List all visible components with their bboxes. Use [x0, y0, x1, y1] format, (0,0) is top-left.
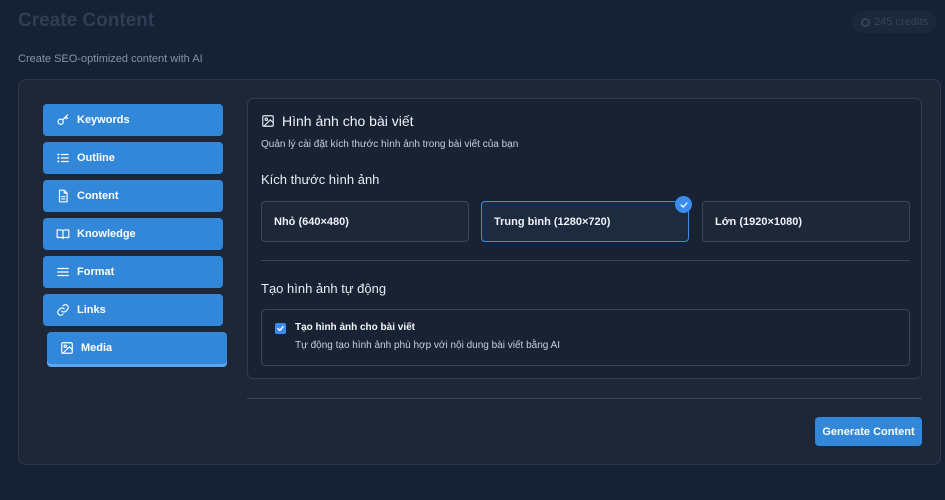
sidebar-item-links[interactable]: Links — [43, 294, 223, 326]
credits-count: 245 credits — [874, 16, 928, 28]
auto-image-heading: Tạo hình ảnh tự động — [261, 281, 387, 296]
sidebar-nav: Keywords Outline Content Knowledge Forma… — [43, 104, 227, 370]
sidebar-item-label: Content — [77, 190, 119, 202]
sidebar-item-label: Outline — [77, 152, 115, 164]
image-icon — [262, 115, 274, 127]
section-divider — [261, 260, 910, 261]
auto-image-description: Tự động tạo hình ảnh phù hợp với nội dun… — [295, 340, 560, 351]
auto-image-checkbox[interactable] — [275, 323, 286, 334]
credits-badge: 245 credits — [852, 11, 937, 33]
link-icon — [57, 304, 69, 316]
panel-header: Hình ảnh cho bài viết — [261, 113, 414, 129]
sidebar-item-media[interactable]: Media — [47, 332, 227, 364]
size-option-label: Nhỏ (640×480) — [274, 215, 349, 228]
key-icon — [57, 114, 69, 125]
sidebar-item-label: Knowledge — [77, 228, 136, 240]
menu-lines-icon — [57, 267, 69, 277]
auto-image-label[interactable]: Tạo hình ảnh cho bài viết — [295, 322, 415, 333]
size-option-large[interactable]: Lớn (1920×1080) — [702, 201, 910, 242]
page-title: Create Content — [18, 10, 155, 31]
image-icon — [61, 342, 73, 354]
list-icon — [57, 153, 69, 163]
size-option-label: Lớn (1920×1080) — [715, 215, 803, 228]
document-icon — [58, 189, 68, 203]
panel-title: Hình ảnh cho bài viết — [282, 113, 414, 129]
sidebar-item-format[interactable]: Format — [43, 256, 223, 288]
content-card: Keywords Outline Content Knowledge Forma… — [18, 79, 941, 465]
panel-description: Quản lý cài đặt kích thước hình ảnh tron… — [261, 139, 519, 150]
coin-icon — [861, 17, 871, 27]
footer-divider — [247, 398, 922, 399]
size-option-small[interactable]: Nhỏ (640×480) — [261, 201, 469, 242]
sidebar-item-outline[interactable]: Outline — [43, 142, 223, 174]
auto-image-option: Tạo hình ảnh cho bài viết Tự động tạo hì… — [261, 309, 910, 366]
sidebar-item-label: Format — [77, 266, 115, 278]
sidebar-item-label: Media — [81, 342, 113, 354]
sidebar-item-label: Keywords — [77, 114, 130, 126]
sidebar-item-label: Links — [77, 304, 106, 316]
sidebar-item-keywords[interactable]: Keywords — [43, 104, 223, 136]
sidebar-item-knowledge[interactable]: Knowledge — [43, 218, 223, 250]
image-size-heading: Kích thước hình ảnh — [261, 172, 380, 187]
size-option-label: Trung bình (1280×720) — [494, 215, 611, 228]
check-icon — [675, 196, 692, 213]
page-subtitle: Create SEO-optimized content with AI — [18, 53, 203, 65]
size-option-medium[interactable]: Trung bình (1280×720) — [481, 196, 692, 242]
sidebar-item-content[interactable]: Content — [43, 180, 223, 212]
book-icon — [56, 229, 70, 240]
media-settings-panel: Hình ảnh cho bài viết Quản lý cài đặt kí… — [247, 98, 922, 379]
generate-content-button[interactable]: Generate Content — [815, 417, 922, 446]
